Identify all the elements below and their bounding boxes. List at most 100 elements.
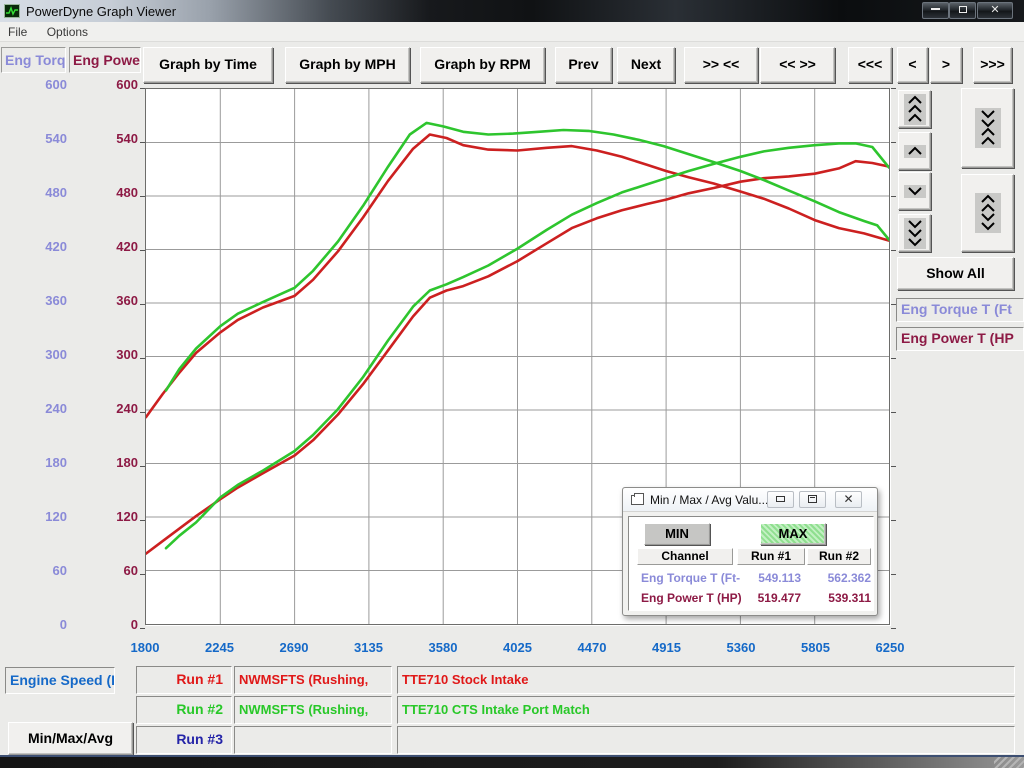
axis-tick-mark (891, 574, 896, 575)
minmax-run2-value: 539.311 (807, 591, 871, 605)
bottom-strip (0, 757, 1024, 768)
torque-ytick: 360 (7, 293, 67, 309)
power-ytick: 480 (78, 185, 138, 201)
x-axis-label-box: Engine Speed (RPM (5, 667, 115, 694)
power-ytick: 240 (78, 401, 138, 417)
scroll-right-button[interactable]: > (930, 47, 962, 83)
power-legend-box: Eng Power T (HP (896, 327, 1024, 351)
scroll-up-button[interactable] (898, 132, 931, 170)
torque-ytick: 240 (7, 401, 67, 417)
graph-by-rpm-button[interactable]: Graph by RPM (420, 47, 545, 83)
minmax-title-bar[interactable]: Min / Max / Avg Valu... ✕ (623, 488, 877, 512)
power-ytick: 420 (78, 239, 138, 255)
scroll-left-button[interactable]: < (897, 47, 928, 83)
minmax-column-header: Run #2 (807, 548, 871, 565)
min-toggle-button[interactable]: MIN (644, 523, 710, 545)
minmax-run1-value: 549.113 (737, 571, 801, 585)
scroll-far-left-button[interactable]: <<< (848, 47, 892, 83)
zoom-out-y-button-icon (975, 193, 1001, 233)
rpm-xtick: 4470 (560, 640, 624, 656)
minmax-run2-value: 562.362 (807, 571, 871, 585)
window-title: PowerDyne Graph Viewer (26, 4, 176, 19)
axis-tick-mark (891, 358, 896, 359)
minmax-values-window: Min / Max / Avg Valu... ✕ MIN MAX Channe… (622, 487, 878, 616)
axis-tick-mark (891, 250, 896, 251)
menu-bar: File Options (0, 22, 1024, 42)
torque-ytick: 540 (7, 131, 67, 147)
rpm-xtick: 3580 (411, 640, 475, 656)
scroll-up-fast-button[interactable] (898, 90, 931, 128)
zoom-out-y-button[interactable] (961, 174, 1014, 252)
axis-tick-mark (891, 196, 896, 197)
minmax-minimize-button[interactable] (767, 491, 794, 508)
rpm-xtick: 4025 (486, 640, 550, 656)
minmax-window-title: Min / Max / Avg Valu... (650, 493, 768, 507)
app-icon (4, 4, 20, 18)
close-button[interactable]: ✕ (977, 2, 1013, 19)
torque-ytick: 300 (7, 347, 67, 363)
title-bar[interactable]: PowerDyne Graph Viewer ✕ (0, 0, 1024, 22)
show-all-button[interactable]: Show All (897, 257, 1014, 290)
rpm-xtick: 2245 (188, 640, 252, 656)
scroll-down-fast-button[interactable] (898, 214, 931, 252)
axis-tick-mark (891, 142, 896, 143)
graph-by-mph-button[interactable]: Graph by MPH (285, 47, 410, 83)
run-file-box (234, 726, 392, 754)
curve-2 (166, 123, 889, 391)
graph-by-time-button[interactable]: Graph by Time (143, 47, 273, 83)
power-ytick: 360 (78, 293, 138, 309)
maximize-button[interactable] (949, 2, 976, 19)
run-description-box: TTE710 Stock Intake (397, 666, 1015, 694)
rpm-xtick: 1800 (113, 640, 177, 656)
power-ytick: 600 (78, 77, 138, 93)
torque-ytick: 480 (7, 185, 67, 201)
power-ytick: 180 (78, 455, 138, 471)
powerdyne-window: PowerDyne Graph Viewer ✕ File Options Gr… (0, 0, 1024, 768)
prev-button[interactable]: Prev (555, 47, 612, 83)
run-description-box: TTE710 CTS Intake Port Match (397, 696, 1015, 724)
minmax-close-button[interactable]: ✕ (835, 491, 862, 508)
zoom-out-x-button[interactable]: << >> (760, 47, 835, 83)
power-ytick: 0 (78, 617, 138, 633)
zoom-in-y-button-icon (975, 108, 1001, 148)
power-ytick: 540 (78, 131, 138, 147)
rpm-xtick: 5360 (709, 640, 773, 656)
torque-axis-header: Eng Torq (1, 47, 66, 73)
minmax-restore-button[interactable] (799, 491, 826, 508)
torque-ytick: 420 (7, 239, 67, 255)
rpm-xtick: 3135 (337, 640, 401, 656)
scroll-far-right-button[interactable]: >>> (973, 47, 1012, 83)
minmax-table-panel: MIN MAX ChannelRun #1Run #2Eng Torque T … (628, 516, 874, 611)
axis-tick-mark (891, 520, 896, 521)
run-label-box: Run #3 (136, 726, 232, 754)
power-ytick: 300 (78, 347, 138, 363)
axis-tick-mark (891, 412, 896, 413)
torque-legend-box: Eng Torque T (Ft (896, 298, 1024, 322)
zoom-in-y-button[interactable] (961, 88, 1014, 168)
menu-options[interactable]: Options (39, 22, 96, 39)
axis-tick-mark (891, 628, 896, 629)
scroll-down-button[interactable] (898, 172, 931, 210)
minmax-channel-cell: Eng Power T (HP) (641, 591, 742, 605)
axis-tick-mark (140, 628, 145, 629)
power-ytick: 60 (78, 563, 138, 579)
run-label-box: Run #2 (136, 696, 232, 724)
scroll-down-button-icon (904, 185, 926, 198)
resize-grip[interactable] (994, 757, 1024, 768)
torque-ytick: 120 (7, 509, 67, 525)
torque-ytick: 180 (7, 455, 67, 471)
minmax-window-icon (631, 495, 644, 505)
minimize-button[interactable] (922, 2, 949, 19)
scroll-up-button-icon (904, 145, 926, 158)
rpm-xtick: 6250 (858, 640, 922, 656)
rpm-xtick: 5805 (784, 640, 848, 656)
minmax-run1-value: 519.477 (737, 591, 801, 605)
zoom-in-x-button[interactable]: >> << (684, 47, 758, 83)
rpm-xtick: 2690 (262, 640, 326, 656)
menu-file[interactable]: File (0, 22, 35, 39)
next-button[interactable]: Next (617, 47, 675, 83)
minmaxavg-button[interactable]: Min/Max/Avg (8, 722, 133, 755)
max-toggle-button[interactable]: MAX (760, 523, 826, 545)
run-label-box: Run #1 (136, 666, 232, 694)
axis-tick-mark (891, 466, 896, 467)
